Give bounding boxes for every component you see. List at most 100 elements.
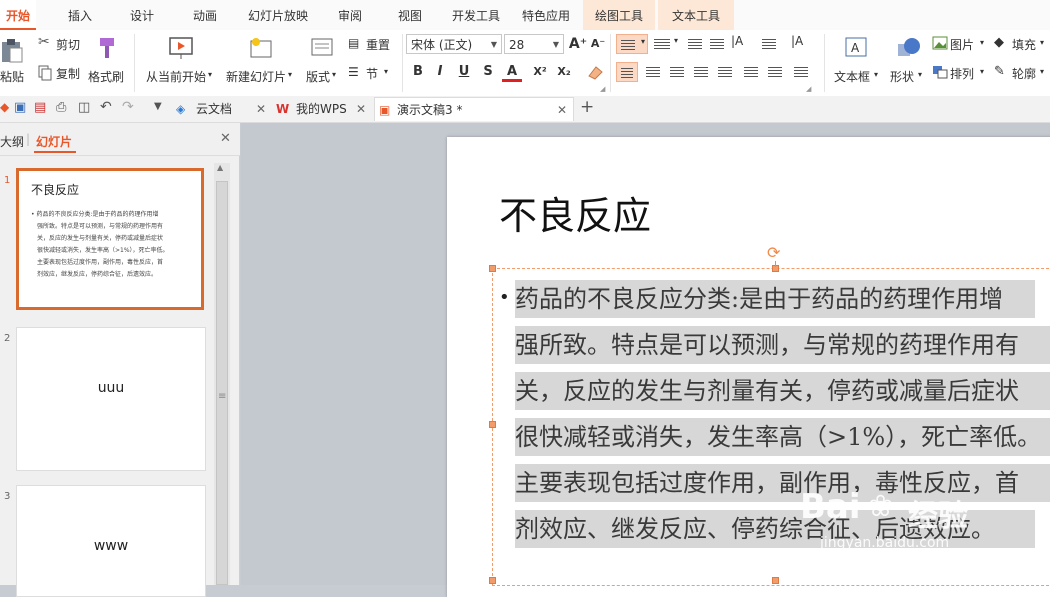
thumbnail-text: www — [93, 538, 129, 554]
fill-button[interactable]: ◆ 填充 ▾ — [994, 34, 1050, 54]
italic-button[interactable]: I — [430, 62, 450, 82]
tab-slideshow[interactable]: 幻灯片放映 — [243, 0, 313, 30]
from-current-button[interactable]: 从当前开始 ▾ — [144, 34, 218, 94]
doc-tab-mywps[interactable]: W 我的WPS ✕ — [272, 97, 372, 121]
tab-developer[interactable]: 开发工具 — [446, 0, 506, 30]
resize-handle[interactable] — [772, 577, 779, 584]
dropdown-arrow-icon: ▾ — [640, 37, 645, 46]
app-menu-icon[interactable]: ◆ — [0, 100, 9, 114]
cut-button[interactable]: ✂ 剪切 — [36, 34, 86, 54]
close-icon[interactable]: ✕ — [356, 97, 366, 121]
align-center-button[interactable] — [642, 62, 664, 82]
resize-handle[interactable] — [489, 577, 496, 584]
tab-text-tools[interactable]: 文本工具 — [658, 0, 734, 30]
body-text-line[interactable]: 很快减轻或消失，发生率高（>1%），死亡率低。 — [515, 418, 1050, 456]
picture-button[interactable]: 图片 ▾ — [932, 34, 990, 54]
resize-handle[interactable] — [489, 421, 496, 428]
resize-handle[interactable] — [489, 265, 496, 272]
close-icon[interactable]: ✕ — [256, 97, 266, 121]
print-preview-icon[interactable]: ◫ — [78, 100, 90, 115]
tab-outline[interactable]: 大纲 — [0, 133, 24, 150]
align-text-button[interactable] — [758, 34, 786, 54]
superscript-button[interactable]: X² — [530, 62, 550, 82]
paragraph-dialog-launcher-icon[interactable]: ◢ — [806, 85, 811, 93]
layout-icon — [311, 38, 333, 56]
slide-thumbnail-1[interactable]: 不良反应 • 药品的不良反应分类:是由于药品的药理作用增 强所致。特点是可以预测… — [16, 168, 204, 310]
justify-button[interactable] — [690, 62, 712, 82]
numbered-list-icon — [654, 39, 670, 49]
reset-button[interactable]: ▤ 重置 — [348, 34, 396, 54]
export-pdf-icon[interactable]: ▤ — [34, 100, 46, 115]
scroll-up-icon[interactable]: ▲ — [217, 163, 223, 172]
tab-drawing-tools[interactable]: 绘图工具 — [583, 0, 655, 30]
tab-design[interactable]: 设计 — [122, 0, 162, 30]
bold-button[interactable]: B — [408, 62, 428, 82]
subscript-button[interactable]: X₂ — [554, 62, 574, 82]
tab-view[interactable]: 视图 — [390, 0, 430, 30]
cloud-doc-icon: ◈ — [176, 102, 186, 116]
body-text-line[interactable]: 关，反应的发生与剂量有关，停药或减量后症状 — [515, 372, 1050, 410]
align-left-button[interactable] — [616, 62, 638, 82]
numbered-list-button[interactable]: ▾ — [650, 34, 680, 54]
format-painter-button[interactable]: 格式刷 — [88, 34, 128, 94]
shrink-font-button[interactable]: A⁻ — [588, 34, 608, 54]
line-spacing-icon — [744, 67, 758, 77]
doc-tab-cloud[interactable]: ◈ 云文档 ✕ — [172, 97, 272, 121]
decrease-indent-icon — [688, 39, 702, 49]
arrange-button[interactable]: 排列 ▾ — [932, 63, 990, 83]
new-slide-button[interactable]: 新建幻灯片 ▾ — [224, 34, 294, 94]
bullet-list-button[interactable]: ▾ — [616, 34, 648, 54]
undo-icon[interactable]: ↶ — [100, 99, 112, 115]
layout-button[interactable]: 版式 ▾ — [304, 34, 340, 94]
outline-button[interactable]: ✎ 轮廓 ▾ — [994, 63, 1050, 83]
paragraph-settings-button[interactable] — [790, 62, 816, 82]
font-name-select[interactable]: 宋体 (正文) ▼ — [406, 34, 502, 54]
rotate-handle-icon[interactable]: ⟳ — [767, 243, 780, 262]
tab-animation[interactable]: 动画 — [185, 0, 225, 30]
strikethrough-button[interactable]: S — [478, 62, 498, 82]
tab-review[interactable]: 审阅 — [330, 0, 370, 30]
tab-slides[interactable]: 幻灯片 — [36, 133, 72, 150]
scrollbar-grip-icon: ≡ — [218, 391, 227, 402]
redo-icon[interactable]: ↷ — [122, 99, 134, 115]
body-text-line[interactable]: 强所致。特点是可以预测，与常规的药理作用有 — [515, 326, 1050, 364]
font-size-select[interactable]: 28 ▼ — [504, 34, 564, 54]
font-color-button[interactable]: A — [502, 62, 522, 82]
print-icon[interactable]: ⎙ — [56, 100, 66, 115]
distribute-button[interactable] — [714, 62, 736, 82]
align-right-button[interactable] — [666, 62, 688, 82]
paragraph-spacing-button[interactable] — [764, 62, 786, 82]
doc-tab-presentation[interactable]: ▣ 演示文稿3 * ✕ — [374, 97, 574, 121]
paste-button[interactable]: 粘贴 — [0, 34, 30, 94]
chevron-down-icon: ▼ — [490, 40, 497, 49]
font-dialog-launcher-icon[interactable]: ◢ — [600, 85, 605, 93]
wps-logo-icon: W — [276, 102, 290, 116]
new-tab-plus-icon[interactable]: + — [580, 97, 594, 117]
tab-home[interactable]: 开始 — [0, 0, 36, 30]
shape-button[interactable]: 形状 ▾ — [888, 34, 928, 94]
clear-format-button[interactable] — [584, 62, 606, 82]
thumbnail-scrollbar-thumb[interactable] — [216, 181, 228, 585]
bullet-list-icon — [621, 40, 635, 50]
decrease-indent-button[interactable] — [684, 34, 706, 54]
copy-button[interactable]: 复制 — [36, 63, 86, 83]
increase-indent-button[interactable] — [706, 34, 728, 54]
convert-button[interactable]: |A — [788, 34, 816, 54]
textbox-button[interactable]: A 文本框 ▾ — [832, 34, 882, 94]
body-text-line[interactable]: 药品的不良反应分类:是由于药品的药理作用增 — [515, 280, 1035, 318]
close-panel-icon[interactable]: ✕ — [220, 131, 231, 146]
line-spacing-button[interactable] — [740, 62, 762, 82]
slide-thumbnail-2[interactable]: uuu — [16, 327, 206, 471]
tab-insert[interactable]: 插入 — [60, 0, 100, 30]
close-icon[interactable]: ✕ — [557, 98, 567, 122]
section-button[interactable]: ☰ 节 ▾ — [348, 63, 396, 83]
grow-font-button[interactable]: A⁺ — [568, 34, 588, 54]
slide-title[interactable]: 不良反应 — [499, 185, 651, 240]
align-center-icon — [646, 67, 660, 77]
customize-toolbar-icon[interactable]: ▼ — [154, 101, 162, 112]
underline-button[interactable]: U — [454, 62, 474, 82]
text-direction-button[interactable]: |A — [728, 34, 756, 54]
tab-features[interactable]: 特色应用 — [516, 0, 576, 30]
slide-thumbnail-3[interactable]: www — [16, 485, 206, 597]
save-icon[interactable]: ▣ — [14, 100, 26, 115]
